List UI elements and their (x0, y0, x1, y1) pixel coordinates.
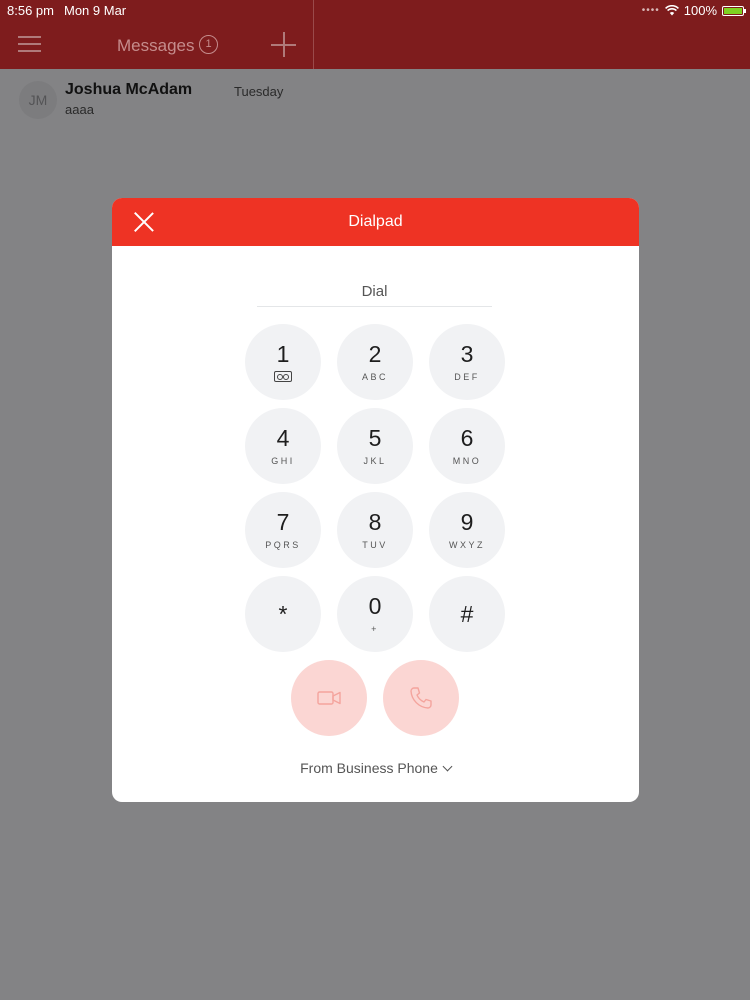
from-phone-label: From Business Phone (300, 760, 438, 776)
key-star[interactable]: * (245, 576, 321, 652)
key-digit: 1 (276, 341, 290, 367)
split-divider (313, 0, 314, 69)
wifi-icon (664, 5, 679, 16)
nav-title: Messages (117, 36, 195, 55)
dial-input[interactable] (257, 276, 492, 307)
key-5[interactable]: 5 JKL (337, 408, 413, 484)
key-0[interactable]: 0 + (337, 576, 413, 652)
key-1[interactable]: 1 (245, 324, 321, 400)
key-9[interactable]: 9 WXYZ (429, 492, 505, 568)
key-letters: DEF (454, 372, 480, 382)
key-4[interactable]: 4 GHI (245, 408, 321, 484)
conversation-preview: aaaa (65, 102, 94, 117)
key-letters: TUV (362, 540, 388, 550)
key-3[interactable]: 3 DEF (429, 324, 505, 400)
video-call-button[interactable] (291, 660, 367, 736)
key-2[interactable]: 2 ABC (337, 324, 413, 400)
key-digit: 6 (460, 425, 474, 451)
key-digit: 4 (276, 425, 290, 451)
conversation-time: Tuesday (234, 84, 284, 99)
voicemail-icon (274, 371, 292, 382)
key-digit: 0 (368, 593, 382, 619)
key-hash[interactable]: # (429, 576, 505, 652)
phone-icon (410, 687, 432, 709)
key-6[interactable]: 6 MNO (429, 408, 505, 484)
key-letters: PQRS (265, 540, 301, 550)
conversation-list-item[interactable]: JM Joshua McAdam Tuesday aaaa (0, 69, 313, 129)
battery-percent: 100% (683, 3, 717, 18)
dialpad-header: Dialpad (112, 198, 639, 246)
dialpad-modal: Dialpad 1 2 ABC 3 DEF 4 GHI 5 JKL 6 MNO … (112, 198, 639, 802)
avatar: JM (19, 81, 57, 119)
key-digit: 9 (460, 509, 474, 535)
chevron-down-icon (442, 761, 453, 772)
status-time: 8:56 pm (7, 3, 54, 18)
unread-badge: 1 (199, 35, 218, 54)
key-letters: MNO (452, 456, 482, 466)
key-digit: * (278, 601, 288, 627)
key-letters: ABC (361, 372, 388, 382)
key-letters: WXYZ (449, 540, 485, 550)
key-letters: GHI (271, 456, 295, 466)
key-digit: 8 (368, 509, 382, 535)
status-right: •••• 100% (641, 3, 746, 18)
dialpad-title: Dialpad (348, 213, 403, 230)
signal-icon: •••• (641, 5, 660, 16)
key-8[interactable]: 8 TUV (337, 492, 413, 568)
key-digit: # (460, 601, 474, 627)
key-digit: 7 (276, 509, 290, 535)
video-camera-icon (317, 691, 341, 705)
nav-bar: Messages 1 (0, 0, 750, 69)
battery-icon (722, 5, 746, 16)
new-message-plus-icon[interactable] (271, 32, 296, 57)
key-7[interactable]: 7 PQRS (245, 492, 321, 568)
status-date: Mon 9 Mar (64, 3, 127, 18)
key-digit: 2 (368, 341, 382, 367)
key-letters: + (371, 624, 379, 634)
voice-call-button[interactable] (383, 660, 459, 736)
status-bar: 8:56 pm Mon 9 Mar •••• 100% (0, 0, 750, 20)
menu-icon[interactable] (18, 35, 41, 53)
key-letters: JKL (363, 456, 387, 466)
conversation-name: Joshua McAdam (65, 81, 193, 98)
from-phone-selector[interactable]: From Business Phone (112, 760, 639, 776)
key-digit: 3 (460, 341, 474, 367)
key-digit: 5 (368, 425, 382, 451)
